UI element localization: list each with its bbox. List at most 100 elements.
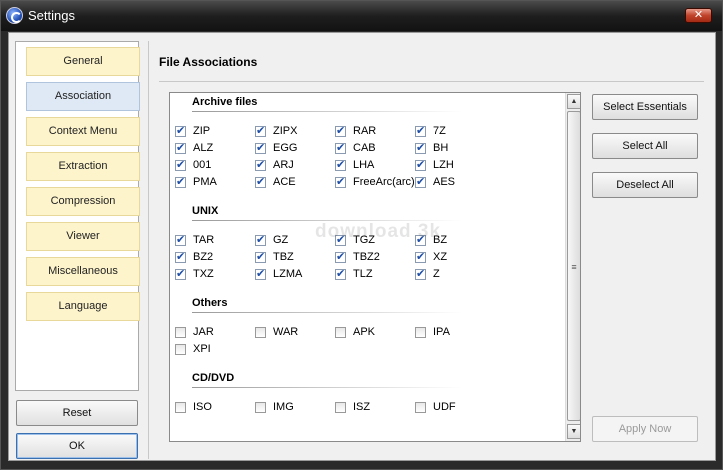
checkbox-txz[interactable]: TXZ	[175, 267, 214, 280]
checkbox-tar[interactable]: TAR	[175, 233, 214, 246]
checkbox-unchecked-icon[interactable]	[175, 401, 186, 413]
checkbox-iso[interactable]: ISO	[175, 401, 212, 413]
checkbox-checked-icon[interactable]	[415, 175, 426, 188]
nav-item-general[interactable]: General	[26, 47, 140, 76]
checkbox-rar[interactable]: RAR	[335, 124, 376, 137]
checkbox-bh[interactable]: BH	[415, 141, 449, 154]
checkbox-unchecked-icon[interactable]	[415, 326, 426, 338]
checkbox-checked-icon[interactable]	[175, 141, 186, 154]
checkbox-label: XZ	[433, 251, 448, 263]
checkbox-label: BH	[433, 142, 449, 154]
checkbox-cab[interactable]: CAB	[335, 141, 376, 154]
settings-window: Settings ✕ General Association Context Men…	[0, 0, 723, 470]
checkbox-label: GZ	[273, 234, 289, 246]
checkbox-checked-icon[interactable]	[255, 175, 266, 188]
select-essentials-button[interactable]: Select Essentials	[592, 94, 698, 120]
checkbox-unchecked-icon[interactable]	[255, 326, 266, 338]
checkbox-checked-icon[interactable]	[335, 175, 346, 188]
checkbox-unchecked-icon[interactable]	[175, 343, 186, 355]
checkbox-checked-icon[interactable]	[175, 250, 186, 263]
checkbox-7z[interactable]: 7Z	[415, 124, 446, 137]
association-list[interactable]: Archive files ZIP ZIPX RAR 7Z ALZ EGG CAB BH 001 A…	[169, 92, 581, 442]
select-all-button[interactable]: Select All	[592, 133, 698, 159]
scroll-down-arrow-icon[interactable]: ▼	[567, 424, 580, 439]
nav-item-viewer[interactable]: Viewer	[26, 222, 140, 251]
vertical-scrollbar[interactable]: ▲ ≡ ▼	[565, 93, 580, 441]
checkbox-checked-icon[interactable]	[175, 124, 186, 137]
checkbox-checked-icon[interactable]	[415, 158, 426, 171]
checkbox-checked-icon[interactable]	[175, 233, 186, 246]
nav-item-compression[interactable]: Compression	[26, 187, 140, 216]
checkbox-checked-icon[interactable]	[415, 250, 426, 263]
checkbox-ipa[interactable]: IPA	[415, 326, 450, 338]
checkbox-checked-icon[interactable]	[415, 141, 426, 154]
checkbox-checked-icon[interactable]	[335, 124, 346, 137]
scroll-thumb[interactable]: ≡	[567, 111, 580, 421]
checkbox-unchecked-icon[interactable]	[175, 326, 186, 338]
checkbox-checked-icon[interactable]	[175, 158, 186, 171]
checkbox-aes[interactable]: AES	[415, 175, 455, 188]
checkbox-war[interactable]: WAR	[255, 326, 298, 338]
nav-item-miscellaneous[interactable]: Miscellaneous	[26, 257, 140, 286]
checkbox-checked-icon[interactable]	[335, 267, 346, 280]
checkbox-z[interactable]: Z	[415, 267, 440, 280]
checkbox-unchecked-icon[interactable]	[335, 326, 346, 338]
close-button[interactable]: ✕	[685, 8, 712, 23]
reset-button[interactable]: Reset	[16, 400, 138, 426]
checkbox-label: LHA	[353, 159, 375, 171]
checkbox-apk[interactable]: APK	[335, 326, 375, 338]
checkbox-arj[interactable]: ARJ	[255, 158, 294, 171]
checkbox-tbz2[interactable]: TBZ2	[335, 250, 380, 263]
checkbox-checked-icon[interactable]	[255, 233, 266, 246]
checkbox-checked-icon[interactable]	[255, 158, 266, 171]
checkbox-checked-icon[interactable]	[255, 124, 266, 137]
checkbox-001[interactable]: 001	[175, 158, 211, 171]
checkbox-jar[interactable]: JAR	[175, 326, 214, 338]
checkbox-tlz[interactable]: TLZ	[335, 267, 373, 280]
checkbox-checked-icon[interactable]	[255, 250, 266, 263]
checkbox-zipx[interactable]: ZIPX	[255, 124, 298, 137]
checkbox-isz[interactable]: ISZ	[335, 401, 370, 413]
nav-item-association[interactable]: Association	[26, 82, 140, 111]
nav-item-context-menu[interactable]: Context Menu	[26, 117, 140, 146]
deselect-all-button[interactable]: Deselect All	[592, 172, 698, 198]
checkbox-lzh[interactable]: LZH	[415, 158, 454, 171]
checkbox-checked-icon[interactable]	[335, 158, 346, 171]
checkbox-checked-icon[interactable]	[255, 141, 266, 154]
checkbox-unchecked-icon[interactable]	[335, 401, 346, 413]
checkbox-udf[interactable]: UDF	[415, 401, 456, 413]
checkbox-egg[interactable]: EGG	[255, 141, 297, 154]
checkbox-xpi[interactable]: XPI	[175, 343, 211, 355]
checkbox-zip[interactable]: ZIP	[175, 124, 210, 137]
checkbox-gz[interactable]: GZ	[255, 233, 289, 246]
checkbox-alz[interactable]: ALZ	[175, 141, 213, 154]
checkbox-lha[interactable]: LHA	[335, 158, 375, 171]
checkbox-checked-icon[interactable]	[255, 267, 266, 280]
checkbox-xz[interactable]: XZ	[415, 250, 448, 263]
checkbox-label: IPA	[433, 326, 450, 338]
checkbox-unchecked-icon[interactable]	[415, 401, 426, 413]
window-title: Settings	[28, 8, 75, 23]
checkbox-checked-icon[interactable]	[335, 141, 346, 154]
checkbox-checked-icon[interactable]	[175, 175, 186, 188]
group-divider	[192, 312, 462, 313]
nav-item-extraction[interactable]: Extraction	[26, 152, 140, 181]
checkbox-checked-icon[interactable]	[415, 267, 426, 280]
ok-button[interactable]: OK	[16, 433, 138, 459]
checkbox-checked-icon[interactable]	[335, 250, 346, 263]
apply-now-button[interactable]: Apply Now	[592, 416, 698, 442]
scroll-up-arrow-icon[interactable]: ▲	[567, 94, 580, 109]
checkbox-freearc-arc-[interactable]: FreeArc(arc)	[335, 175, 415, 188]
nav-item-language[interactable]: Language	[26, 292, 140, 321]
checkbox-lzma[interactable]: LZMA	[255, 267, 302, 280]
title-bar[interactable]: Settings ✕	[1, 1, 722, 31]
checkbox-checked-icon[interactable]	[415, 124, 426, 137]
checkbox-ace[interactable]: ACE	[255, 175, 296, 188]
checkbox-pma[interactable]: PMA	[175, 175, 217, 188]
checkbox-unchecked-icon[interactable]	[255, 401, 266, 413]
checkbox-bz2[interactable]: BZ2	[175, 250, 213, 263]
checkbox-checked-icon[interactable]	[175, 267, 186, 280]
checkbox-label: ZIPX	[273, 125, 298, 137]
checkbox-img[interactable]: IMG	[255, 401, 294, 413]
checkbox-tbz[interactable]: TBZ	[255, 250, 294, 263]
